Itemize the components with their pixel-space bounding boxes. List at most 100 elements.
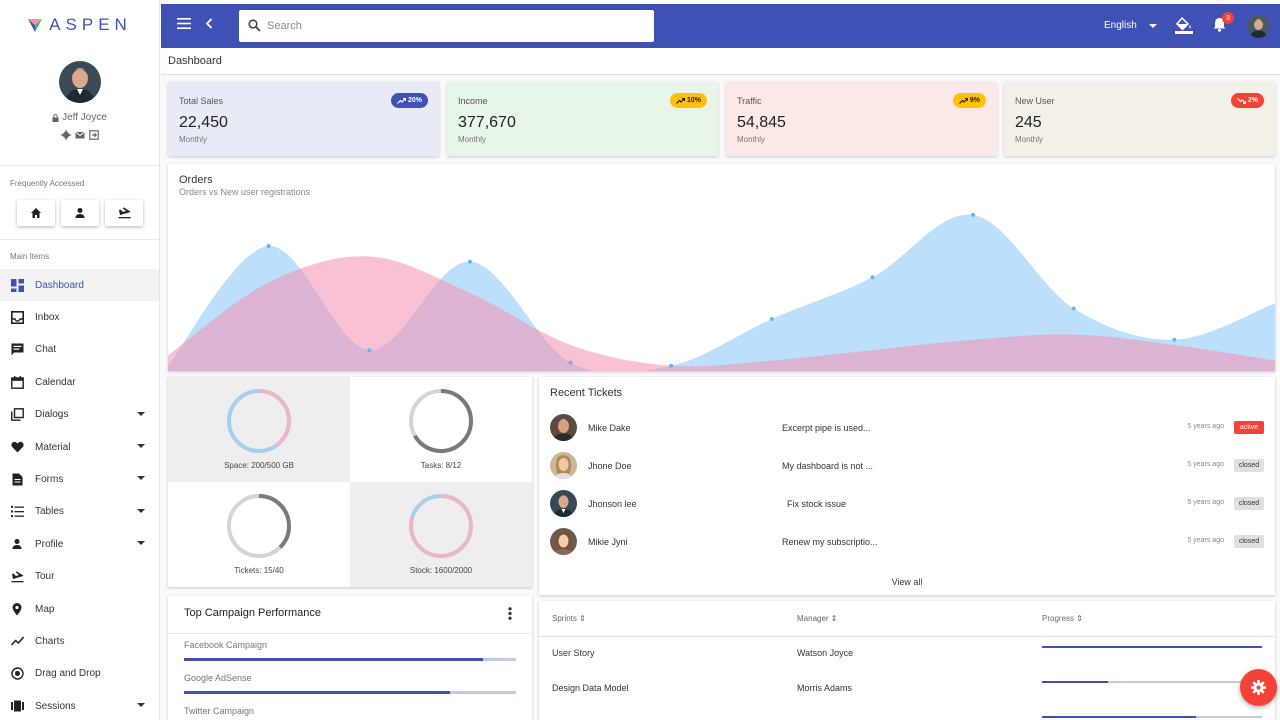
- sidebar-item-label: Inbox: [35, 312, 60, 324]
- search-box[interactable]: [239, 10, 654, 42]
- sidebar-item-forms[interactable]: Forms: [0, 463, 159, 495]
- notification-badge: 3: [1222, 12, 1234, 24]
- status-badge: closed: [1234, 497, 1264, 510]
- logo-text: ASPEN: [49, 15, 132, 34]
- column-header-progress[interactable]: Progress ⇕: [1042, 614, 1083, 623]
- stat-card-total-sales: Total Sales 22,450 Monthly 20%: [168, 82, 439, 156]
- sidebar-item-label: Dashboard: [35, 279, 84, 291]
- ticket-time: 5 years ago: [1187, 423, 1224, 430]
- trend-badge: 9%: [952, 93, 986, 108]
- ticket-row[interactable]: Mike Dake Excerpt pipe is used... 5 year…: [539, 409, 1275, 447]
- data-point[interactable]: [669, 363, 674, 368]
- settings-fab[interactable]: [1240, 669, 1277, 706]
- column-header-manager[interactable]: Manager ⇕: [797, 614, 838, 623]
- more-vert-icon: [508, 607, 512, 620]
- more-options-button[interactable]: [508, 607, 512, 620]
- theme-button[interactable]: [1175, 17, 1193, 34]
- chevron-down-icon[interactable]: [1149, 24, 1157, 28]
- status-badge: closed: [1234, 535, 1264, 548]
- card-title: Top Campaign Performance: [184, 607, 321, 619]
- chat-icon: [11, 343, 23, 356]
- inbox-icon: [10, 311, 24, 325]
- campaign-item: Twitter Campaign: [184, 706, 516, 720]
- data-point[interactable]: [266, 244, 271, 249]
- sidebar-item-label: Forms: [35, 474, 64, 486]
- donut-stock: Stock: 1600/2000: [350, 482, 532, 587]
- ticket-row[interactable]: Jhone Doe My dashboard is not ... 5 year…: [539, 447, 1275, 485]
- ticket-message: Renew my subscriptio...: [782, 537, 878, 547]
- data-point[interactable]: [971, 212, 976, 217]
- ticket-time: 5 years ago: [1187, 461, 1224, 468]
- campaign-item: Google AdSense: [184, 673, 516, 694]
- main-items-label: Main Items: [10, 252, 50, 261]
- data-point[interactable]: [367, 348, 372, 353]
- column-header-sprints[interactable]: Sprints ⇕: [552, 614, 586, 623]
- collapse-sidebar-button[interactable]: [205, 18, 213, 29]
- sidebar-item-label: Charts: [35, 635, 65, 647]
- sidebar-item-dialogs[interactable]: Dialogs: [0, 399, 159, 431]
- stat-value: 54,845: [737, 114, 786, 131]
- ticket-message: Fix stock issue: [787, 499, 847, 509]
- dialogs-icon: [10, 408, 24, 422]
- ticket-row[interactable]: Jhonson lee Fix stock issue 5 years ago …: [539, 485, 1275, 523]
- sidebar-item-material[interactable]: Material: [0, 431, 159, 463]
- sidebar-item-drag-and-drop[interactable]: Drag and Drop: [0, 658, 159, 690]
- language-select[interactable]: English: [1104, 20, 1137, 31]
- avatar: [550, 414, 577, 441]
- flight-land-icon: [118, 207, 130, 219]
- ticket-message: Excerpt pipe is used...: [782, 423, 871, 433]
- trending-down-icon: [1236, 97, 1246, 104]
- data-point[interactable]: [870, 275, 875, 280]
- avatar[interactable]: [58, 61, 101, 103]
- settings-icon[interactable]: [60, 130, 71, 140]
- sprint-manager: Morris Adams: [797, 683, 853, 693]
- donut-chart: [409, 389, 473, 453]
- data-point[interactable]: [1172, 337, 1177, 342]
- dashboard-icon: [10, 278, 24, 292]
- sidebar-item-inbox[interactable]: Inbox: [0, 301, 159, 333]
- campaign-performance-card: Top Campaign Performance Facebook Campai…: [168, 596, 532, 720]
- view-all-link[interactable]: View all: [539, 577, 1275, 587]
- user-profile: Jeff Joyce: [0, 50, 159, 166]
- sidebar-item-tables[interactable]: Tables: [0, 496, 159, 528]
- account-avatar[interactable]: [1247, 15, 1270, 38]
- stat-value: 245: [1015, 114, 1042, 131]
- stat-title: Income: [458, 96, 488, 106]
- sidebar-item-profile[interactable]: Profile: [0, 528, 159, 560]
- logo[interactable]: ASPEN: [0, 0, 159, 50]
- sidebar-item-charts[interactable]: Charts: [0, 625, 159, 657]
- data-point[interactable]: [769, 316, 774, 321]
- donut-space: Space: 200/500 GB: [168, 377, 350, 482]
- profile-shortcut-button[interactable]: [61, 200, 99, 226]
- radio-icon: [10, 667, 24, 681]
- ticket-row[interactable]: Mikie Jyni Renew my subscriptio... 5 yea…: [539, 523, 1275, 561]
- person-icon: [12, 539, 22, 550]
- tour-shortcut-button[interactable]: [105, 200, 143, 226]
- heart-icon: [10, 441, 24, 453]
- avatar: [550, 490, 577, 517]
- donut-tasks: Tasks: 8/12: [350, 377, 532, 482]
- data-point[interactable]: [467, 259, 472, 264]
- data-point[interactable]: [568, 360, 573, 365]
- sidebar-item-map[interactable]: Map: [0, 593, 159, 625]
- sidebar-item-sessions[interactable]: Sessions: [0, 690, 159, 720]
- stat-title: Traffic: [737, 96, 762, 106]
- trend-badge: 2%: [1230, 93, 1264, 108]
- home-shortcut-button[interactable]: [17, 200, 55, 226]
- data-point[interactable]: [1071, 306, 1076, 311]
- sidebar-item-chat[interactable]: Chat: [0, 334, 159, 366]
- sprint-name: User Story: [552, 648, 595, 658]
- ticket-message: My dashboard is not ...: [782, 461, 874, 471]
- sidebar-item-tour[interactable]: Tour: [0, 561, 159, 593]
- search-input[interactable]: [267, 10, 647, 42]
- sidebar-item-calendar[interactable]: Calendar: [0, 366, 159, 398]
- menu-button[interactable]: [177, 18, 191, 29]
- donut-tickets: Tickets: 15/40: [168, 482, 350, 587]
- breadcrumb-current: Dashboard: [168, 55, 222, 67]
- mail-icon[interactable]: [74, 130, 85, 140]
- stat-period: Monthly: [1015, 135, 1044, 144]
- logout-icon[interactable]: [88, 130, 99, 140]
- sidebar-item-label: Profile: [35, 538, 64, 550]
- settings-icon: [1251, 680, 1266, 695]
- sidebar-item-dashboard[interactable]: Dashboard: [0, 269, 159, 302]
